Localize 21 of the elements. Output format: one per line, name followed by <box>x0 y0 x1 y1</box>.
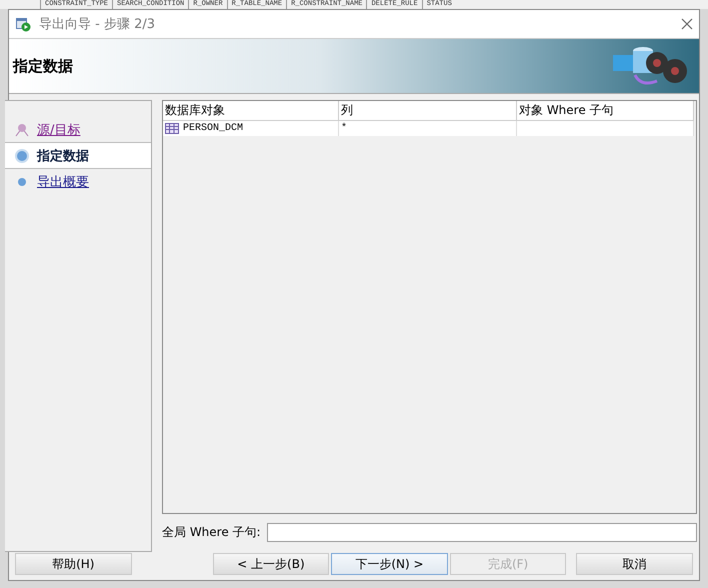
column-header: 对象 Where 子句 <box>517 101 694 120</box>
step-node-icon <box>15 122 29 136</box>
wizard-nav-button[interactable]: 下一步(N) > <box>331 553 448 575</box>
column-header: 数据库对象 <box>163 101 339 120</box>
close-icon[interactable] <box>681 18 693 30</box>
cancel-button[interactable]: 取消 <box>576 553 693 575</box>
banner-title: 指定数据 <box>13 56 73 76</box>
wizard-step[interactable]: 源/目标 <box>5 117 151 142</box>
wizard-icon <box>15 16 31 32</box>
window-title: 导出向导 - 步骤 2/3 <box>39 16 156 33</box>
column-header: 列 <box>339 101 517 120</box>
table-cell: PERSON_DCM <box>163 121 339 136</box>
table-icon <box>165 123 179 134</box>
wizard-step[interactable]: 指定数据 <box>5 142 151 169</box>
global-where-label: 全局 Where 子句: <box>162 524 261 540</box>
global-where-field[interactable] <box>266 522 697 542</box>
table-cell: * <box>339 121 517 136</box>
wizard-step[interactable]: 导出概要 <box>5 169 151 194</box>
step-node-icon <box>15 148 29 162</box>
wizard-nav-button[interactable]: < 上一步(B) <box>212 553 330 575</box>
help-button[interactable]: 帮助(H) <box>15 553 132 575</box>
